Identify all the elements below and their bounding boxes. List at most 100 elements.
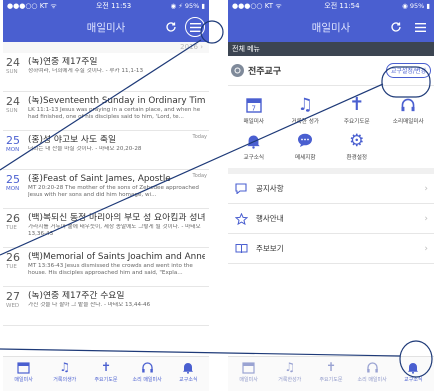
entry-description: 가라지를 거두어 불에 태우듯이, 세상 종말에도 그렇게 될 것이다. - 마… (28, 224, 201, 237)
tab-label: 소리 매일미사 (132, 377, 162, 383)
date-number: 25 (6, 134, 20, 147)
headphones-icon (398, 96, 418, 114)
bell-icon (180, 359, 196, 375)
tab-daily-mass[interactable]: 매일미사 (4, 359, 44, 383)
entry-description: MT 13:36-43 Jesus dismissed the crowds a… (28, 263, 193, 276)
bell-icon (405, 359, 421, 375)
status-bar: ●●●○○ KT ᯤ 오전 11:54 ◉ 95% ▮ (228, 0, 434, 12)
today-badge: Today (192, 173, 207, 179)
parish-row: 전주교구 교구설정/변경 (228, 56, 434, 86)
date-number: 26 (6, 212, 20, 225)
page-title: 매일미사 (86, 21, 126, 34)
menu-icon[interactable] (410, 17, 430, 37)
page-title: 매일미사 (311, 21, 351, 34)
list-item[interactable]: 26TUE (백)복되신 동정 마리아의 부모 성 요아킴과 성녀 안... 가… (3, 209, 209, 248)
list-item[interactable]: 24 SUN (녹)연중 제17주일 청하여라, 너희에게 주실 것이다. - 루… (3, 53, 209, 92)
status-battery: ◉ 95% ▮ (402, 2, 430, 10)
menu-icon[interactable] (185, 17, 205, 37)
menu-prayers[interactable]: ✝ 주요기도문 (331, 92, 383, 128)
tab-audio-mass[interactable]: 소리 매일미사 (352, 359, 392, 383)
menu-diocese-news[interactable]: 교구소식 (228, 128, 280, 164)
year-indicator[interactable]: 2016 › (3, 42, 209, 53)
menu-audio-mass[interactable]: 소리매일미사 (383, 92, 434, 128)
daily-mass-list-screen: ●●●○○ KT ᯤ 오전 11:53 ◉ ⚡ 95% ▮ 매일미사 2016 … (3, 0, 209, 391)
entry-title: (홍)성 야고보 사도 축일 (28, 135, 117, 145)
status-carrier: ●●●○○ KT ᯤ (7, 1, 57, 10)
tab-prayers[interactable]: ✝ 주요기도문 (311, 359, 351, 383)
headphones-icon (139, 359, 155, 375)
menu-label: 매일미사 (243, 118, 265, 125)
tab-prayers[interactable]: ✝ 주요기도문 (86, 359, 126, 383)
tab-diocese-news[interactable]: 교구소식 (393, 359, 433, 383)
date-number: 26 (6, 251, 20, 264)
gear-icon: ⚙ (349, 130, 365, 151)
status-carrier: ●●●○○ KT ᯤ (232, 1, 282, 10)
book-icon (234, 242, 248, 256)
chevron-right-icon: › (424, 213, 428, 224)
tab-label: 거룩한성가 (278, 377, 302, 383)
parish-name: 전주교구 (248, 67, 282, 77)
menu-label: 메세지함 (294, 154, 316, 161)
bell-icon (244, 132, 264, 150)
nav-bar: 매일미사 (3, 12, 209, 42)
list-item-events[interactable]: 행사안내 › (228, 204, 434, 234)
menu-settings[interactable]: ⚙ 환경설정 (331, 128, 383, 164)
entry-title: (홍)Feast of Saint James, Apostle (28, 174, 171, 184)
status-time: 오전 11:54 (324, 2, 360, 10)
refresh-icon[interactable] (386, 17, 406, 37)
list-label: 행사안내 (256, 214, 284, 223)
date-weekday: TUE (6, 225, 17, 231)
menu-label: 소리매일미사 (392, 118, 424, 125)
section-header: 전체 메뉴 (228, 42, 434, 56)
chevron-right-icon: › (424, 183, 428, 194)
tab-label: 주요기도문 (319, 377, 343, 383)
tab-label: 매일미사 (14, 377, 33, 383)
reading-list: 24 SUN (녹)연중 제17주일 청하여라, 너희에게 주실 것이다. - 루… (3, 53, 209, 326)
list-item[interactable]: 24 SUN (녹)Seventeenth Sunday in Ordinary … (3, 92, 209, 131)
date-weekday: WED (6, 303, 20, 309)
entry-description: 가진 것을 다 팔아 그 밭을 산다. - 마태오 13,44-46 (28, 302, 151, 308)
status-bar: ●●●○○ KT ᯤ 오전 11:53 ◉ ⚡ 95% ▮ (3, 0, 209, 12)
svg-text:7: 7 (251, 104, 255, 112)
menu-messages[interactable]: 메세지함 (280, 128, 332, 164)
star-icon (234, 212, 248, 226)
tab-audio-mass[interactable]: 소리 매일미사 (127, 359, 167, 383)
menu-label: 환경설정 (346, 154, 368, 161)
change-parish-button[interactable]: 교구설정/변경 (385, 63, 431, 78)
calendar-icon: 7 (244, 96, 264, 114)
cross-icon: ✝ (325, 360, 336, 374)
tab-label: 교구소식 (404, 377, 423, 383)
date-weekday: SUN (6, 69, 18, 75)
calendar-icon (241, 359, 257, 375)
date-number: 25 (6, 173, 20, 186)
cross-icon: ✝ (349, 94, 365, 115)
date-number: 24 (6, 95, 20, 108)
nav-bar: 매일미사 (228, 12, 434, 42)
list-label: 공지사항 (256, 184, 284, 193)
menu-hymns[interactable]: ♫ 거룩한 성가 (280, 92, 332, 128)
entry-title: (녹)연중 제17주간 수요일 (28, 291, 125, 301)
tab-daily-mass[interactable]: 매일미사 (229, 359, 269, 383)
tab-label: 매일미사 (239, 377, 258, 383)
tab-hymns[interactable]: ♫ 거룩의생가 (45, 359, 85, 383)
today-badge: Today (192, 134, 207, 140)
entry-title: (녹)연중 제17주일 (28, 57, 98, 67)
full-menu-screen: ●●●○○ KT ᯤ 오전 11:54 ◉ 95% ▮ 매일미사 전체 메뉴 전… (228, 0, 434, 391)
list-item[interactable]: 26 TUE (백)Memorial of Saints Joachim and … (3, 248, 209, 287)
tab-diocese-news[interactable]: 교구소식 (168, 359, 208, 383)
entry-description: 청하여라, 너희에게 주실 것이다. - 루카 11,1-13 (28, 68, 144, 74)
tab-bar: 매일미사 ♫ 거룩한성가 ✝ 주요기도문 소리 매일미사 교구소식 (228, 356, 434, 391)
tab-hymns[interactable]: ♫ 거룩한성가 (270, 359, 310, 383)
list-item[interactable]: 27 WED (녹)연중 제17주간 수요일 가진 것을 다 팔아 그 밭을 산다… (3, 287, 209, 326)
menu-daily-mass[interactable]: 7 매일미사 (228, 92, 280, 128)
refresh-icon[interactable] (161, 17, 181, 37)
list-item[interactable]: Today 25 MON (홍)성 야고보 사도 축일 너희는 내 잔을 마실 것… (3, 131, 209, 170)
list-item[interactable]: Today 25 MON (홍)Feast of Saint James, Apo… (3, 170, 209, 209)
list-item-bulletin[interactable]: 주보보기 › (228, 234, 434, 264)
menu-list: 공지사항 › 행사안내 › 주보보기 › (228, 174, 434, 264)
entry-title: (백)Memorial of Saints Joachim and Anne, … (28, 252, 205, 262)
list-item-notices[interactable]: 공지사항 › (228, 174, 434, 204)
tab-label: 교구소식 (179, 377, 198, 383)
music-note-icon: ♫ (59, 360, 71, 374)
tab-label: 거룩의생가 (53, 377, 77, 383)
